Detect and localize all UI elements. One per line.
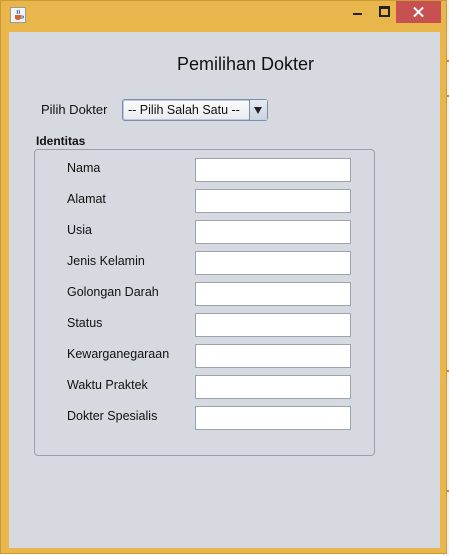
nationality-field[interactable] [195, 344, 351, 368]
main-panel: Pemilihan Dokter Pilih Dokter -- Pilih S… [9, 32, 440, 548]
title-bar[interactable] [1, 1, 446, 29]
specialist-field[interactable] [195, 406, 351, 430]
name-label: Nama [67, 161, 101, 175]
age-field[interactable] [195, 220, 351, 244]
blood-type-field[interactable] [195, 282, 351, 306]
name-field[interactable] [195, 158, 351, 182]
app-window: Pemilihan Dokter Pilih Dokter -- Pilih S… [0, 0, 447, 554]
maximize-button[interactable] [371, 1, 397, 23]
page-title: Pemilihan Dokter [176, 54, 315, 74]
chevron-down-icon[interactable] [249, 100, 267, 120]
gender-label: Jenis Kelamin [67, 254, 145, 268]
blood-type-label: Golongan Darah [67, 285, 159, 299]
minimize-button[interactable] [345, 1, 371, 23]
status-label: Status [67, 316, 103, 330]
nationality-label: Kewarganegaraan [67, 347, 170, 361]
identity-section-title: Identitas [36, 134, 86, 148]
specialist-label: Dokter Spesialis [67, 409, 158, 423]
doctor-select-label: Pilih Dokter [41, 102, 108, 117]
age-label: Usia [67, 223, 93, 237]
address-label: Alamat [67, 192, 106, 206]
status-field[interactable] [195, 313, 351, 337]
practice-time-label: Waktu Praktek [67, 378, 148, 392]
doctor-select-dropdown[interactable]: -- Pilih Salah Satu -- [122, 99, 268, 121]
doctor-select-value: -- Pilih Salah Satu -- [128, 103, 240, 117]
java-cup-icon[interactable] [10, 7, 26, 23]
gender-field[interactable] [195, 251, 351, 275]
close-button[interactable] [396, 1, 441, 23]
address-field[interactable] [195, 189, 351, 213]
practice-time-field[interactable] [195, 375, 351, 399]
